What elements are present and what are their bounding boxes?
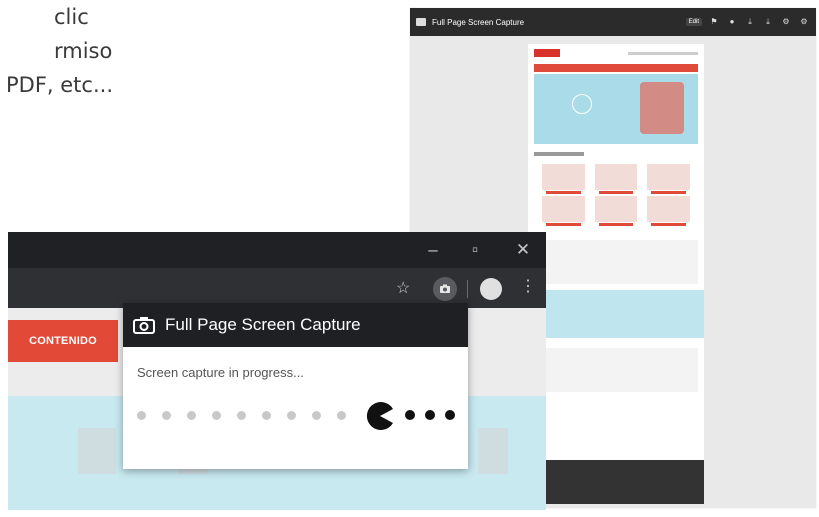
illustration-shape (478, 428, 508, 474)
flag-icon[interactable]: ⚑ (708, 17, 720, 27)
site-banner (534, 64, 698, 72)
progress-dot (337, 411, 346, 420)
progress-dot (137, 411, 146, 420)
hero-figure (640, 82, 684, 134)
browser-window: – ▫ ✕ ☆ ⋮ CONTENIDO Full Page Screen Cap… (8, 232, 546, 510)
cyan-section (528, 290, 704, 338)
progress-dot-active (405, 410, 415, 420)
settings-icon[interactable]: ⚙ (780, 17, 792, 27)
service-card (542, 164, 585, 194)
contenido-button[interactable]: CONTENIDO (8, 320, 118, 362)
bg-text-line-2: rmiso (54, 39, 113, 63)
content-block (534, 240, 698, 284)
popup-title: Full Page Screen Capture (165, 315, 361, 334)
hero-illustration (534, 74, 698, 144)
progress-dot-active (445, 410, 455, 420)
content-block (534, 348, 698, 392)
pacman-icon (366, 402, 393, 430)
minimize-button[interactable]: – (424, 241, 442, 259)
site-nav (628, 51, 698, 55)
maximize-button[interactable]: ▫ (466, 241, 484, 259)
progress-dot (262, 411, 271, 420)
camera-icon (440, 284, 450, 293)
edit-pill[interactable]: Edit (685, 18, 702, 26)
download-icon[interactable]: ⤓ (744, 17, 756, 27)
site-header (528, 44, 704, 62)
popup-header: Full Page Screen Capture (123, 303, 468, 347)
popup-body: Screen capture in progress... (123, 347, 468, 436)
progress-dot (212, 411, 221, 420)
progress-dot-active (425, 410, 435, 420)
progress-animation (137, 396, 455, 436)
service-card (542, 196, 585, 226)
progress-dot (312, 411, 321, 420)
illustration-shape (78, 428, 116, 474)
preview-toolbar: Full Page Screen Capture Edit ⚑ ● ⤓ ⤓ ⚙ … (410, 8, 816, 36)
captured-page (528, 44, 704, 504)
pdf-icon[interactable]: ● (726, 17, 738, 27)
progress-dot (187, 411, 196, 420)
camera-icon (416, 18, 426, 26)
preview-title: Full Page Screen Capture (432, 17, 525, 27)
capture-popup: Full Page Screen Capture Screen capture … (123, 303, 468, 469)
download-pdf-icon[interactable]: ⤓ (762, 17, 774, 27)
title-bar: – ▫ ✕ (8, 232, 546, 268)
bg-text-line-1: clic (54, 5, 89, 29)
bookmark-star-icon[interactable]: ☆ (396, 278, 410, 298)
progress-status: Screen capture in progress... (137, 365, 304, 380)
toolbar-separator (467, 280, 468, 298)
background-text: clic rmiso PDF, etc... (0, 0, 250, 102)
browser-toolbar: ☆ ⋮ (8, 268, 546, 308)
service-card (594, 196, 638, 226)
bg-text-line-3: PDF, etc... (6, 73, 113, 97)
close-button[interactable]: ✕ (514, 241, 532, 259)
hero-circle (572, 94, 592, 114)
progress-dot (287, 411, 296, 420)
profile-avatar[interactable] (480, 278, 502, 300)
camera-icon (133, 317, 155, 334)
service-card (647, 196, 690, 226)
progress-dot (237, 411, 246, 420)
service-card (647, 164, 690, 194)
screen-capture-extension-button[interactable] (433, 277, 457, 301)
progress-dot (162, 411, 171, 420)
site-footer (528, 460, 704, 504)
site-logo (534, 49, 560, 57)
menu-icon[interactable]: ⚙ (798, 17, 810, 27)
service-card (594, 164, 638, 194)
kebab-menu-icon[interactable]: ⋮ (520, 276, 536, 296)
service-grid (528, 156, 704, 230)
